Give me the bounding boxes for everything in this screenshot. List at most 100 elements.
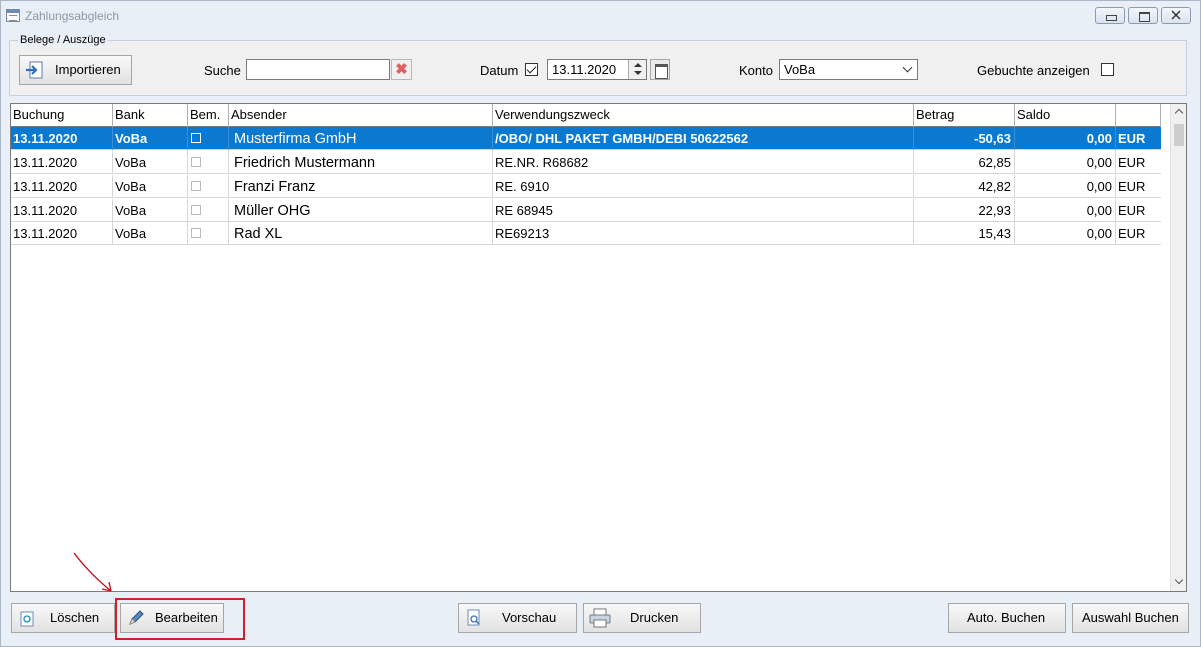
- cell-bank: VoBa: [113, 222, 188, 245]
- import-button[interactable]: Importieren: [19, 55, 132, 85]
- cell-date: 13.11.2020: [11, 127, 113, 150]
- cell-currency: EUR: [1118, 155, 1146, 170]
- column-header-currency[interactable]: [1116, 104, 1161, 127]
- cell-purpose: RE. 6910: [493, 175, 914, 198]
- table-row[interactable]: 13.11.2020 VoBa Musterfirma GmbH /OBO/ D…: [11, 127, 1161, 150]
- cell-bank: VoBa: [113, 175, 188, 198]
- cell-date: 13.11.2020: [11, 222, 113, 245]
- account-select[interactable]: VoBa: [779, 59, 918, 80]
- date-checkbox[interactable]: [525, 63, 538, 76]
- note-checkbox[interactable]: [191, 157, 201, 167]
- note-checkbox[interactable]: [191, 205, 201, 215]
- window-title: Zahlungsabgleich: [25, 9, 120, 23]
- edit-button-highlight: [115, 598, 245, 640]
- account-label: Konto: [739, 63, 773, 78]
- column-header-booking[interactable]: Buchung: [11, 104, 113, 127]
- cell-amount: 42,82: [914, 175, 1015, 198]
- cell-currency: EUR: [1118, 179, 1146, 194]
- column-header-sender[interactable]: Absender: [229, 104, 493, 127]
- cell-currency: EUR: [1118, 226, 1146, 241]
- table-row[interactable]: 13.11.2020 VoBa Rad XL RE69213 15,43 0,0…: [11, 222, 1161, 245]
- chevron-down-icon: [903, 62, 913, 74]
- cell-currency: EUR: [1118, 203, 1146, 218]
- show-booked-label: Gebuchte anzeigen: [977, 63, 1090, 78]
- delete-button[interactable]: Löschen: [11, 603, 115, 633]
- cell-purpose: RE.NR. R68682: [493, 151, 914, 174]
- cell-date: 13.11.2020: [11, 151, 113, 174]
- import-label: Importieren: [55, 62, 121, 77]
- cell-purpose: RE69213: [493, 222, 914, 245]
- cell-sender: Rad XL: [229, 222, 493, 245]
- date-spinner[interactable]: [628, 60, 646, 79]
- payment-reconciliation-window: Zahlungsabgleich Belege / Auszüge Import…: [0, 0, 1201, 647]
- column-header-amount[interactable]: Betrag: [914, 104, 1015, 127]
- print-button[interactable]: Drucken: [583, 603, 701, 633]
- column-header-note[interactable]: Bem.: [188, 104, 229, 127]
- scroll-down-icon[interactable]: [1171, 575, 1186, 591]
- groupbox-label: Belege / Auszüge: [18, 34, 108, 46]
- cell-bank: VoBa: [113, 199, 188, 222]
- date-label: Datum: [480, 63, 519, 78]
- grid-header: Buchung Bank Bem. Absender Verwendungszw…: [11, 104, 1161, 127]
- cell-sender: Müller OHG: [229, 199, 493, 222]
- delete-label: Löschen: [50, 610, 100, 625]
- cell-sender: Franzi Franz: [229, 175, 493, 198]
- import-icon: [26, 61, 43, 79]
- cell-note: [188, 199, 229, 222]
- cell-balance: 0,00: [1015, 127, 1116, 150]
- cell-balance: 0,00: [1015, 175, 1116, 198]
- scroll-up-icon[interactable]: [1171, 104, 1186, 120]
- cell-purpose: /OBO/ DHL PAKET GMBH/DEBI 50622562: [493, 127, 914, 150]
- clear-search-button[interactable]: ✖: [391, 59, 412, 80]
- column-header-balance[interactable]: Saldo: [1015, 104, 1116, 127]
- clear-icon: ✖: [395, 61, 408, 78]
- transactions-grid: Buchung Bank Bem. Absender Verwendungszw…: [10, 103, 1187, 592]
- cell-note: [188, 175, 229, 198]
- printer-icon: [589, 608, 611, 628]
- print-label: Drucken: [630, 610, 679, 625]
- maximize-button[interactable]: [1128, 7, 1158, 24]
- scroll-thumb[interactable]: [1174, 124, 1184, 146]
- cell-note: [188, 222, 229, 245]
- cell-date: 13.11.2020: [11, 199, 113, 222]
- cell-amount: -50,63: [914, 127, 1015, 150]
- cell-date: 13.11.2020: [11, 175, 113, 198]
- cell-note: [188, 127, 229, 150]
- cell-balance: 0,00: [1015, 151, 1116, 174]
- minimize-button[interactable]: [1095, 7, 1125, 24]
- account-value: VoBa: [784, 62, 816, 77]
- book-selection-button[interactable]: Auswahl Buchen: [1072, 603, 1189, 633]
- cell-balance: 0,00: [1015, 222, 1116, 245]
- annotation-arrow-icon: [73, 552, 112, 592]
- table-row[interactable]: 13.11.2020 VoBa Friedrich Mustermann RE.…: [11, 151, 1161, 174]
- date-value: 13.11.2020: [552, 62, 617, 77]
- auto-book-label: Auto. Buchen: [967, 610, 1046, 625]
- search-input[interactable]: [246, 59, 390, 80]
- note-checkbox[interactable]: [191, 228, 201, 238]
- note-checkbox[interactable]: [191, 133, 201, 143]
- title-bar: Zahlungsabgleich: [1, 1, 1200, 31]
- close-button[interactable]: [1161, 7, 1191, 24]
- cell-sender: Friedrich Mustermann: [229, 151, 493, 174]
- note-checkbox[interactable]: [191, 181, 201, 191]
- cell-note: [188, 151, 229, 174]
- auto-book-button[interactable]: Auto. Buchen: [948, 603, 1066, 633]
- cell-amount: 62,85: [914, 151, 1015, 174]
- column-header-purpose[interactable]: Verwendungszweck: [493, 104, 914, 127]
- table-row[interactable]: 13.11.2020 VoBa Franzi Franz RE. 6910 42…: [11, 175, 1161, 198]
- cell-balance: 0,00: [1015, 199, 1116, 222]
- show-booked-checkbox[interactable]: [1101, 63, 1114, 76]
- cell-amount: 15,43: [914, 222, 1015, 245]
- calendar-button[interactable]: [650, 59, 670, 80]
- preview-label: Vorschau: [502, 610, 557, 625]
- vertical-scrollbar[interactable]: [1170, 104, 1186, 591]
- cell-currency: EUR: [1118, 131, 1146, 146]
- column-header-bank[interactable]: Bank: [113, 104, 188, 127]
- cell-amount: 22,93: [914, 199, 1015, 222]
- close-icon: [1171, 10, 1181, 20]
- recycle-bin-icon: [20, 611, 34, 627]
- preview-button[interactable]: Vorschau: [458, 603, 577, 633]
- window-app-icon: [6, 9, 20, 22]
- table-row[interactable]: 13.11.2020 VoBa Müller OHG RE 68945 22,9…: [11, 199, 1161, 222]
- cell-sender: Musterfirma GmbH: [229, 127, 493, 150]
